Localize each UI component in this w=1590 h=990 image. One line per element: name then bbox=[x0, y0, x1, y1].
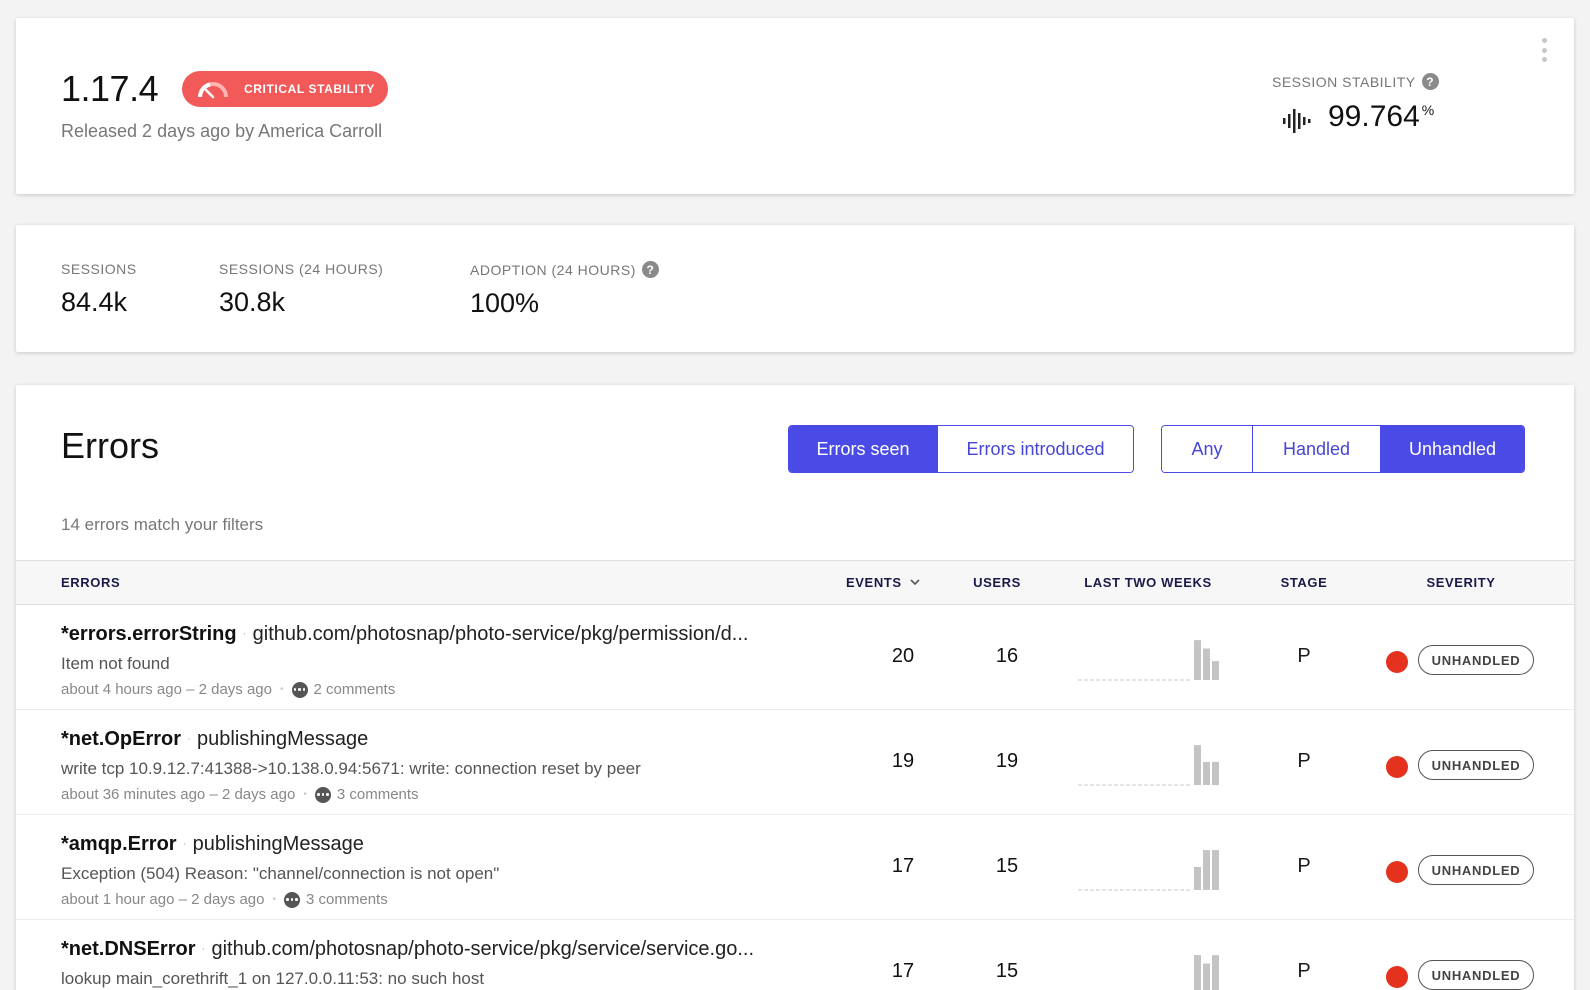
col-users[interactable]: USERS bbox=[973, 575, 1021, 590]
sparkline-bar bbox=[1212, 661, 1219, 680]
table-row[interactable]: *net.DNSError · github.com/photosnap/photo… bbox=[16, 920, 1574, 990]
users-count: 15 bbox=[995, 960, 1019, 982]
errors-card: Errors Errors seen Errors introduced Any… bbox=[16, 385, 1574, 990]
waveform-icon bbox=[1283, 109, 1311, 133]
stage-value: P bbox=[1297, 750, 1311, 772]
col-errors[interactable]: ERRORS bbox=[61, 575, 120, 590]
severity-badge: UNHANDLED bbox=[1418, 645, 1534, 675]
filter-unhandled-button[interactable]: Unhandled bbox=[1380, 426, 1524, 472]
events-count: 17 bbox=[891, 855, 915, 877]
error-meta: about 36 minutes ago – 2 days ago • 3 com… bbox=[61, 786, 419, 803]
error-message: lookup main_corethrift_1 on 127.0.0.11:5… bbox=[61, 969, 485, 988]
trend-sparkline bbox=[1078, 850, 1219, 891]
metric-sessions-24h: SESSIONS (24 HOURS) 30.8k bbox=[219, 261, 384, 317]
help-icon[interactable]: ? bbox=[1421, 73, 1439, 90]
badge-label: CRITICAL STABILITY bbox=[244, 82, 376, 96]
comment-icon bbox=[284, 891, 301, 908]
scope-toggle: Errors seen Errors introduced bbox=[788, 425, 1134, 473]
users-count: 19 bbox=[995, 750, 1019, 772]
stability-unit: % bbox=[1421, 102, 1435, 118]
severity-badge: UNHANDLED bbox=[1418, 960, 1534, 990]
stage-value: P bbox=[1297, 645, 1311, 667]
sparkline-bar bbox=[1194, 745, 1201, 785]
error-meta: about 1 hour ago – 2 days ago • 3 comment… bbox=[61, 891, 388, 908]
error-message: Item not found bbox=[61, 654, 170, 673]
severity-badge: UNHANDLED bbox=[1418, 855, 1534, 885]
errors-title: Errors bbox=[61, 425, 159, 466]
stability-number: 99.764 bbox=[1328, 100, 1420, 133]
sparkline-bar bbox=[1203, 963, 1210, 990]
sparkline-bar bbox=[1212, 761, 1219, 785]
error-title[interactable]: *amqp.Error · publishingMessage bbox=[61, 833, 364, 856]
trend-sparkline bbox=[1194, 955, 1219, 990]
severity-dot bbox=[1386, 651, 1408, 673]
metrics-card: SESSIONS 84.4k SESSIONS (24 HOURS) 30.8k… bbox=[16, 225, 1574, 352]
trend-sparkline bbox=[1078, 640, 1219, 681]
handled-toggle: Any Handled Unhandled bbox=[1161, 425, 1525, 473]
col-last-two-weeks: LAST TWO WEEKS bbox=[1084, 575, 1212, 590]
error-message: Exception (504) Reason: "channel/connect… bbox=[61, 864, 500, 883]
severity-dot bbox=[1386, 861, 1408, 883]
sparkline-bar bbox=[1203, 648, 1210, 680]
critical-stability-badge: CRITICAL STABILITY bbox=[182, 71, 388, 107]
sparkline-bar bbox=[1212, 850, 1219, 890]
more-options-icon[interactable] bbox=[1540, 38, 1548, 62]
trend-sparkline bbox=[1078, 745, 1219, 786]
users-count: 15 bbox=[995, 855, 1019, 877]
release-card: 1.17.4 CRITICAL STABILITY Released 2 day… bbox=[16, 18, 1574, 194]
match-count: 14 errors match your filters bbox=[61, 515, 264, 534]
col-severity[interactable]: SEVERITY bbox=[1426, 575, 1495, 590]
error-title[interactable]: *net.DNSError · github.com/photosnap/photo… bbox=[61, 938, 754, 961]
severity-dot bbox=[1386, 756, 1408, 778]
error-meta: about 4 hours ago – 2 days ago • 2 commen… bbox=[61, 681, 396, 698]
events-count: 17 bbox=[891, 960, 915, 982]
metric-sessions: SESSIONS 84.4k bbox=[61, 261, 137, 317]
severity-dot bbox=[1386, 966, 1408, 988]
chevron-down-icon bbox=[910, 579, 920, 586]
events-count: 19 bbox=[891, 750, 915, 772]
sparkline-bar bbox=[1194, 640, 1201, 680]
session-stability-value: 99.764 % bbox=[1282, 100, 1434, 134]
sparkline-bar bbox=[1203, 850, 1210, 890]
error-title[interactable]: *net.OpError · publishingMessage bbox=[61, 728, 368, 751]
sparkline-bar bbox=[1212, 955, 1219, 990]
comment-icon bbox=[314, 786, 331, 803]
table-row[interactable]: *errors.errorString · github.com/photosnap… bbox=[16, 605, 1574, 710]
col-stage[interactable]: STAGE bbox=[1281, 575, 1328, 590]
release-version: 1.17.4 bbox=[61, 68, 159, 109]
error-message: write tcp 10.9.12.7:41388->10.138.0.94:5… bbox=[61, 759, 641, 778]
stage-value: P bbox=[1297, 855, 1311, 877]
help-icon[interactable]: ? bbox=[641, 261, 659, 278]
error-title[interactable]: *errors.errorString · github.com/photosnap… bbox=[61, 623, 748, 646]
errors-seen-button[interactable]: Errors seen bbox=[789, 426, 937, 472]
stage-value: P bbox=[1297, 960, 1311, 982]
comment-icon bbox=[291, 681, 308, 698]
users-count: 16 bbox=[995, 645, 1019, 667]
sparkline-bar bbox=[1194, 866, 1201, 890]
table-row[interactable]: *net.OpError · publishingMessage write tcp… bbox=[16, 710, 1574, 815]
table-header: ERRORS EVENTS USERS LAST TWO WEEKS STAGE… bbox=[16, 560, 1574, 605]
errors-introduced-button[interactable]: Errors introduced bbox=[937, 426, 1133, 472]
filter-handled-button[interactable]: Handled bbox=[1252, 426, 1380, 472]
gauge-icon bbox=[198, 82, 228, 99]
filter-any-button[interactable]: Any bbox=[1162, 426, 1252, 472]
events-count: 20 bbox=[891, 645, 915, 667]
metric-adoption-24h: ADOPTION (24 HOURS) ? 100% bbox=[470, 261, 659, 319]
table-row[interactable]: *amqp.Error · publishingMessage Exception … bbox=[16, 815, 1574, 920]
col-events[interactable]: EVENTS bbox=[846, 575, 920, 590]
sparkline-bar bbox=[1194, 955, 1201, 990]
session-stability-label: SESSION STABILITY ? bbox=[1272, 73, 1439, 90]
release-meta: Released 2 days ago by America Carroll bbox=[61, 121, 383, 141]
sparkline-bar bbox=[1203, 761, 1210, 785]
severity-badge: UNHANDLED bbox=[1418, 750, 1534, 780]
